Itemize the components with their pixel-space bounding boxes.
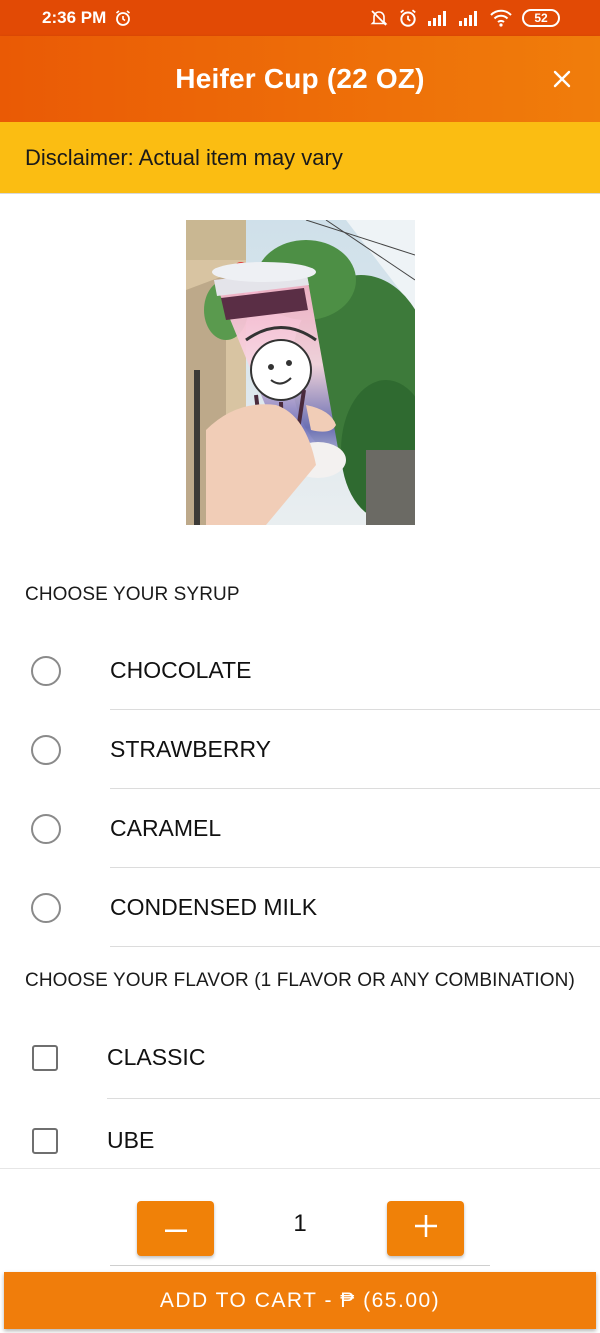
syrup-option-caramel[interactable]: CARAMEL bbox=[0, 789, 600, 868]
alarm-icon bbox=[114, 9, 132, 27]
syrup-section-label: CHOOSE YOUR SYRUP bbox=[25, 584, 240, 605]
app-bar: Heifer Cup (22 OZ) bbox=[0, 36, 600, 122]
product-image bbox=[186, 220, 415, 525]
syrup-option-condensed-milk[interactable]: CONDENSED MILK bbox=[0, 868, 600, 947]
syrup-option-strawberry[interactable]: STRAWBERRY bbox=[0, 710, 600, 789]
flavor-section-label: CHOOSE YOUR FLAVOR (1 FLAVOR OR ANY COMB… bbox=[25, 970, 575, 991]
quantity-divider bbox=[110, 1265, 490, 1266]
divider bbox=[107, 1098, 600, 1099]
minus-icon bbox=[164, 1220, 187, 1238]
add-to-cart-button[interactable]: ADD TO CART - ₱ (65.00) bbox=[4, 1272, 596, 1329]
radio-button[interactable] bbox=[31, 892, 61, 923]
option-label: STRAWBERRY bbox=[110, 736, 272, 762]
decrement-button[interactable] bbox=[137, 1201, 214, 1256]
wifi-icon bbox=[489, 9, 513, 27]
checkbox[interactable] bbox=[32, 1127, 58, 1154]
disclaimer-banner: Disclaimer: Actual item may vary bbox=[0, 122, 600, 194]
signal-icon bbox=[458, 10, 480, 26]
page-title: Heifer Cup (22 OZ) bbox=[175, 63, 425, 94]
flavor-option-classic[interactable]: CLASSIC bbox=[0, 1018, 600, 1097]
divider bbox=[110, 946, 600, 947]
radio-button[interactable] bbox=[31, 734, 61, 765]
status-bar: 2:36 PM 52 bbox=[0, 0, 600, 36]
radio-button[interactable] bbox=[31, 655, 61, 686]
option-label: UBE bbox=[107, 1127, 155, 1153]
close-icon[interactable] bbox=[548, 65, 576, 93]
status-icons: 52 bbox=[369, 8, 560, 28]
increment-button[interactable] bbox=[387, 1201, 464, 1256]
checkbox[interactable] bbox=[32, 1044, 58, 1071]
battery-icon: 52 bbox=[522, 9, 560, 27]
option-label: CONDENSED MILK bbox=[110, 894, 318, 920]
alarm-icon bbox=[398, 8, 418, 28]
quantity-value: 1 bbox=[293, 1210, 307, 1237]
option-label: CARAMEL bbox=[110, 815, 222, 841]
option-label: CLASSIC bbox=[107, 1044, 206, 1070]
plus-icon bbox=[414, 1215, 437, 1242]
signal-icon bbox=[427, 10, 449, 26]
radio-button[interactable] bbox=[31, 813, 61, 844]
mute-icon bbox=[369, 8, 389, 28]
status-time: 2:36 PM bbox=[42, 8, 107, 27]
syrup-option-chocolate[interactable]: CHOCOLATE bbox=[0, 631, 600, 710]
option-label: CHOCOLATE bbox=[110, 657, 252, 683]
